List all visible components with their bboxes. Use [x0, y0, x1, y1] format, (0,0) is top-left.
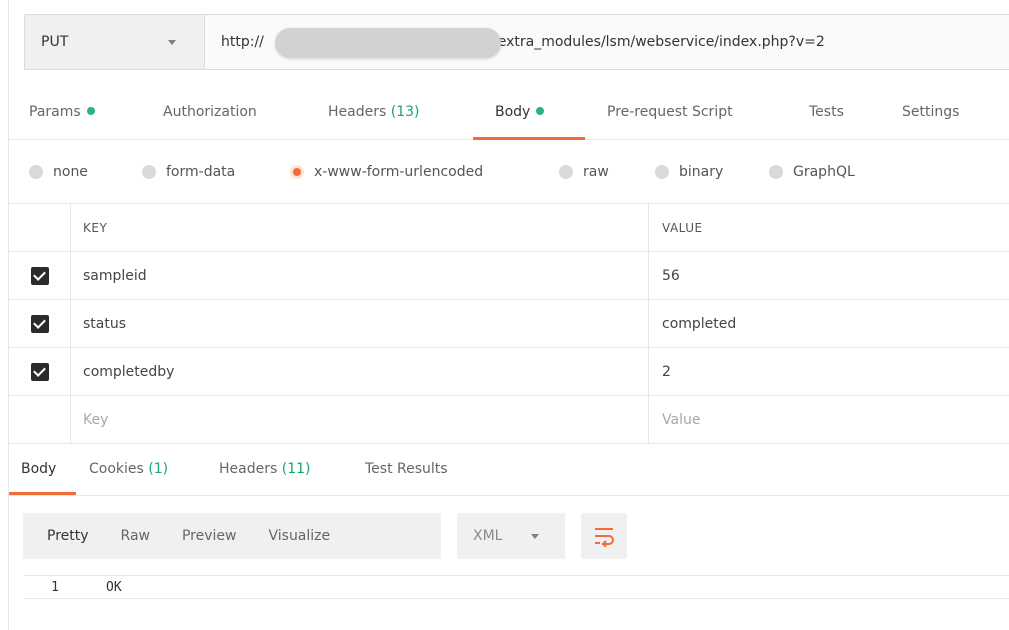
tab-label: Headers	[219, 461, 278, 477]
radio-label: x-www-form-urlencoded	[314, 164, 484, 180]
url-prefix: http://	[221, 34, 264, 50]
key-cell[interactable]: sampleid	[71, 252, 649, 299]
response-body[interactable]: 1 OK	[24, 575, 1009, 599]
radio-label: binary	[679, 164, 724, 180]
tab-label: Headers	[328, 104, 387, 120]
table-row: completedby 2	[9, 348, 1009, 396]
response-tabs: Body Cookies (1) Headers (11) Test Resul…	[9, 446, 1009, 496]
view-preview-button[interactable]: Preview	[182, 528, 237, 544]
key-cell[interactable]: completedby	[71, 348, 649, 395]
url-bar: PUT http:// /extra_modules/lsm/webservic…	[24, 14, 1009, 70]
body-type-selector: none form-data x-www-form-urlencoded raw…	[9, 140, 1009, 204]
view-pretty-button[interactable]: Pretty	[47, 528, 89, 544]
radio-raw[interactable]: raw	[559, 164, 609, 180]
value-cell[interactable]: 2	[649, 348, 1009, 395]
tab-label: Test Results	[365, 461, 448, 477]
radio-label: GraphQL	[793, 164, 855, 180]
table-row: sampleid 56	[9, 252, 1009, 300]
key-cell[interactable]: status	[71, 300, 649, 347]
response-tab-headers[interactable]: Headers (11)	[219, 461, 310, 477]
row-checkbox-cell	[9, 252, 71, 299]
value-cell[interactable]: completed	[649, 300, 1009, 347]
radio-icon	[559, 165, 573, 179]
tab-label: Body	[21, 461, 57, 477]
response-tab-test-results[interactable]: Test Results	[365, 461, 448, 477]
checkbox-column-header	[9, 204, 71, 251]
url-suffix: /extra_modules/lsm/webservice/index.php?…	[493, 34, 825, 50]
row-checkbox-cell	[9, 300, 71, 347]
table-header: KEY VALUE	[9, 204, 1009, 252]
checkbox-checked-icon[interactable]	[30, 362, 49, 381]
tab-label: Body	[495, 104, 531, 120]
response-tab-body[interactable]: Body	[21, 461, 56, 477]
status-dot-icon	[86, 107, 95, 115]
tab-headers[interactable]: Headers (13)	[328, 104, 419, 120]
status-dot-icon	[536, 107, 545, 115]
tab-body[interactable]: Body	[495, 104, 545, 120]
radio-graphql[interactable]: GraphQL	[769, 164, 855, 180]
tab-tests[interactable]: Tests	[809, 104, 844, 120]
checkbox-checked-icon[interactable]	[30, 266, 49, 285]
column-header-key: KEY	[71, 204, 649, 251]
method-label: PUT	[41, 34, 69, 50]
tab-pre-request-script[interactable]: Pre-request Script	[607, 104, 733, 120]
tab-authorization[interactable]: Authorization	[163, 104, 257, 120]
tab-label: Cookies	[89, 461, 144, 477]
tab-settings[interactable]: Settings	[902, 104, 959, 120]
url-input[interactable]: http:// /extra_modules/lsm/webservice/in…	[204, 14, 1009, 70]
radio-label: raw	[583, 164, 609, 180]
response-tab-cookies[interactable]: Cookies (1)	[89, 461, 168, 477]
chevron-down-icon	[531, 534, 539, 539]
response-toolbar: Pretty Raw Preview Visualize XML	[23, 513, 627, 559]
checkbox-checked-icon[interactable]	[30, 314, 49, 333]
view-raw-button[interactable]: Raw	[121, 528, 150, 544]
wrap-lines-icon	[595, 528, 614, 547]
radio-none[interactable]: none	[29, 164, 88, 180]
tab-label: Authorization	[163, 104, 257, 120]
method-select[interactable]: PUT	[24, 14, 204, 70]
new-row: Key Value	[9, 396, 1009, 444]
radio-icon	[769, 165, 783, 179]
row-checkbox-cell	[9, 396, 71, 443]
row-checkbox-cell	[9, 348, 71, 395]
tab-label: Settings	[902, 104, 960, 120]
radio-icon	[29, 165, 43, 179]
tab-label: Params	[29, 104, 81, 120]
tab-label: Tests	[809, 104, 844, 120]
tab-count: (11)	[281, 461, 311, 477]
table-row: status completed	[9, 300, 1009, 348]
radio-icon	[142, 165, 156, 179]
tab-label: Pre-request Script	[607, 104, 733, 120]
radio-label: none	[53, 164, 88, 180]
chevron-down-icon	[168, 40, 176, 45]
line-content: OK	[106, 579, 122, 595]
params-table: KEY VALUE sampleid 56 status completed c…	[9, 204, 1009, 444]
view-mode-group: Pretty Raw Preview Visualize	[23, 513, 441, 559]
radio-form-data[interactable]: form-data	[142, 164, 235, 180]
format-select[interactable]: XML	[457, 513, 565, 559]
tab-count: (1)	[148, 461, 169, 477]
active-tab-indicator	[9, 492, 76, 495]
radio-icon	[655, 165, 669, 179]
format-label: XML	[473, 528, 503, 544]
radio-label: form-data	[166, 164, 236, 180]
radio-binary[interactable]: binary	[655, 164, 723, 180]
radio-selected-icon	[290, 165, 304, 179]
request-tabs: Params Authorization Headers (13) Body P…	[9, 84, 1009, 140]
tab-params[interactable]: Params	[29, 104, 95, 120]
column-header-value: VALUE	[662, 220, 703, 235]
new-key-input[interactable]: Key	[71, 396, 649, 443]
tab-count: (13)	[390, 104, 420, 120]
view-visualize-button[interactable]: Visualize	[268, 528, 330, 544]
radio-x-www-form-urlencoded[interactable]: x-www-form-urlencoded	[290, 164, 483, 180]
redaction-overlay	[275, 28, 501, 58]
line-number: 1	[51, 579, 59, 595]
value-cell[interactable]: 56	[649, 252, 1009, 299]
wrap-lines-button[interactable]	[581, 513, 627, 559]
postman-request-pane: PUT http:// /extra_modules/lsm/webservic…	[8, 0, 1009, 630]
new-value-input[interactable]: Value	[649, 396, 1009, 443]
